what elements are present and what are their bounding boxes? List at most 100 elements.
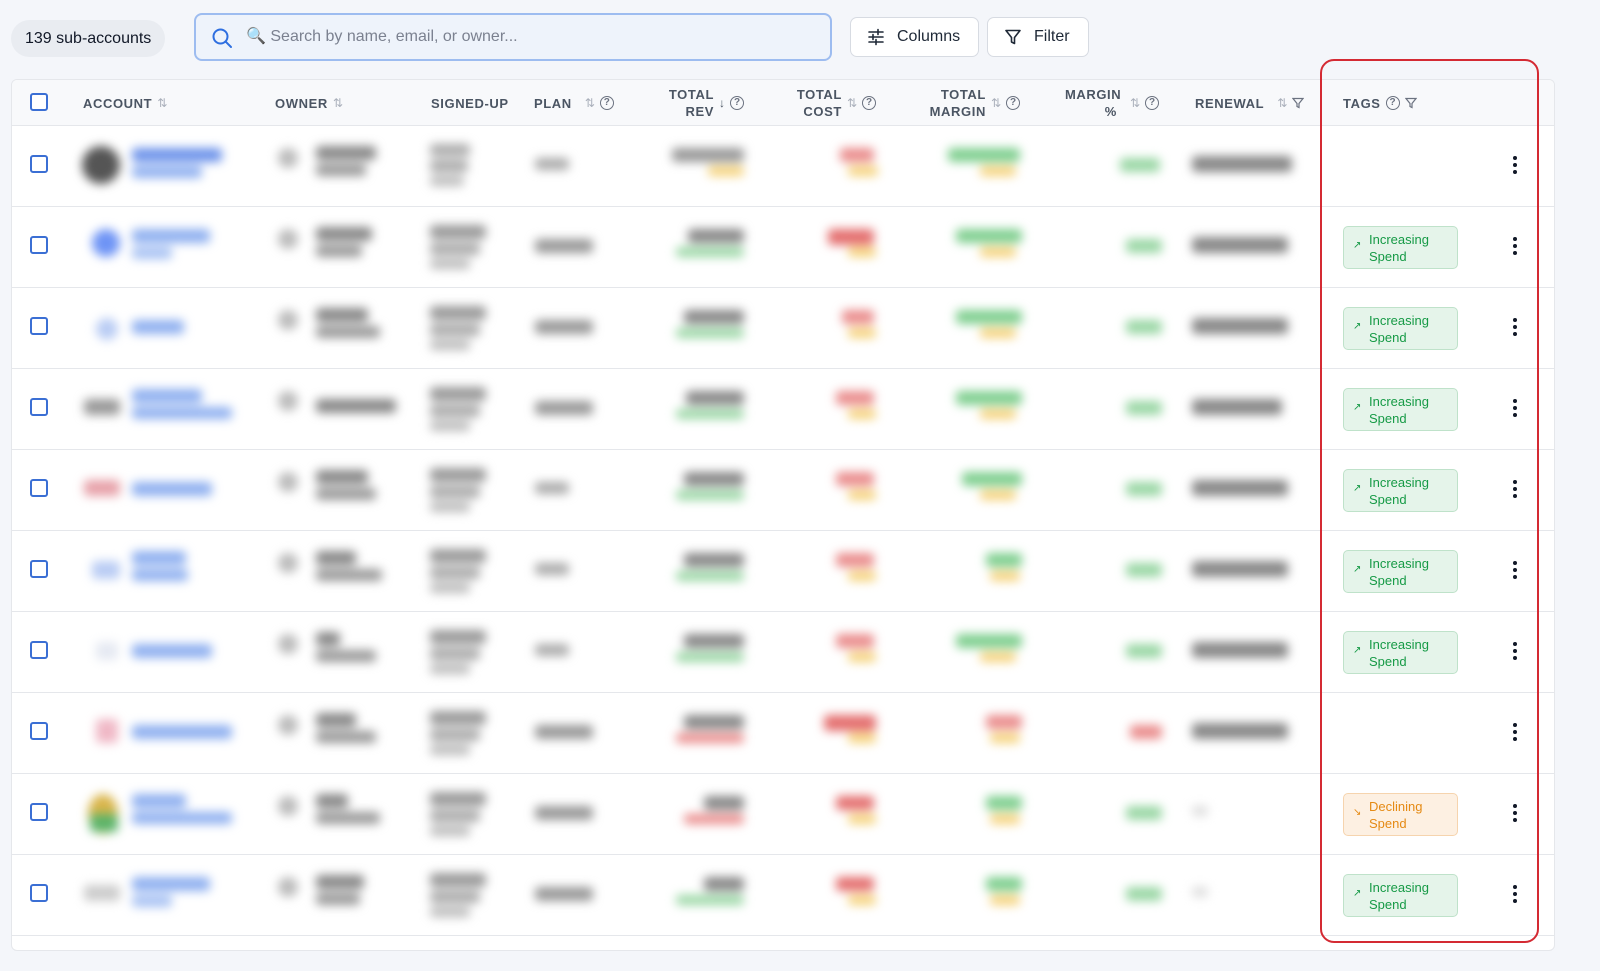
row-select-checkbox[interactable]	[30, 722, 48, 740]
column-label: TAGS	[1343, 95, 1381, 111]
row-more-actions-icon[interactable]	[1504, 558, 1526, 582]
trend-up-icon: ↗	[1353, 483, 1362, 494]
row-more-actions-icon[interactable]	[1504, 639, 1526, 663]
row-more-actions-icon[interactable]	[1504, 882, 1526, 906]
redacted-row-content	[80, 531, 1305, 611]
row-select-checkbox[interactable]	[30, 560, 48, 578]
table-row[interactable]: ↗ Increasing Spend	[12, 369, 1554, 450]
trend-down-icon: ↘	[1353, 807, 1362, 818]
declining-spend-tag: ↘ Declining Spend	[1343, 793, 1458, 836]
trend-up-icon: ↗	[1353, 321, 1362, 332]
sort-icon[interactable]: ⇅	[1277, 95, 1287, 112]
search-icon	[212, 28, 232, 48]
table-row[interactable]: ↗ Increasing Spend	[12, 612, 1554, 693]
row-more-actions-icon[interactable]	[1504, 234, 1526, 258]
column-filter-icon[interactable]	[1404, 97, 1417, 109]
column-header-total-rev[interactable]: TOTAL REV ↓ ?	[642, 80, 744, 126]
row-select-checkbox[interactable]	[30, 479, 48, 497]
column-header-tags[interactable]: TAGS ?	[1343, 80, 1417, 126]
table-row[interactable]	[12, 693, 1554, 774]
search-input[interactable]	[246, 23, 816, 51]
column-header-total-cost[interactable]: TOTAL COST ⇅ ?	[772, 80, 876, 126]
increasing-spend-tag: ↗ Increasing Spend	[1343, 307, 1458, 350]
redacted-row-content	[80, 450, 1305, 530]
increasing-spend-tag: ↗ Increasing Spend	[1343, 388, 1458, 431]
redacted-row-content	[80, 612, 1305, 692]
row-more-actions-icon[interactable]	[1504, 396, 1526, 420]
sub-account-count-badge: 139 sub-accounts	[11, 20, 166, 57]
filter-icon	[1005, 29, 1021, 45]
tag-label: Increasing Spend	[1369, 637, 1429, 669]
row-more-actions-icon[interactable]	[1504, 315, 1526, 339]
row-select-checkbox[interactable]	[30, 803, 48, 821]
row-select-checkbox[interactable]	[30, 317, 48, 335]
help-icon[interactable]: ?	[599, 96, 614, 110]
columns-button-label: Columns	[897, 28, 961, 45]
increasing-spend-tag: ↗ Increasing Spend	[1343, 874, 1458, 917]
help-icon[interactable]: ?	[862, 96, 876, 110]
trend-up-icon: ↗	[1353, 240, 1362, 251]
column-label: TOTAL COST	[796, 87, 842, 119]
help-icon[interactable]: ?	[1145, 96, 1159, 110]
table-row[interactable]: ↗ Increasing Spend	[12, 855, 1554, 936]
sort-icon[interactable]: ⇅	[991, 95, 1001, 112]
trend-up-icon: ↗	[1353, 564, 1362, 575]
redacted-row-content	[80, 126, 1305, 206]
redacted-row-content	[80, 855, 1305, 935]
column-header-margin-pct[interactable]: MARGIN % ⇅ ?	[1049, 80, 1159, 126]
row-more-actions-icon[interactable]	[1504, 477, 1526, 501]
column-label: ACCOUNT	[83, 95, 153, 111]
search-box[interactable]	[194, 13, 832, 61]
sort-icon[interactable]: ⇅	[333, 95, 343, 112]
sort-icon[interactable]: ⇅	[1130, 95, 1140, 112]
column-header-account[interactable]: ACCOUNT ⇅	[83, 80, 167, 126]
sort-icon[interactable]: ⇅	[157, 95, 167, 112]
column-header-total-margin[interactable]: TOTAL MARGIN ⇅ ?	[905, 80, 1020, 126]
table-header: ACCOUNT ⇅ OWNER ⇅ SIGNED-UP PLAN ⇅ ? TOT…	[12, 80, 1554, 126]
table-row[interactable]	[12, 126, 1554, 207]
columns-button[interactable]: Columns	[850, 17, 979, 57]
increasing-spend-tag: ↗ Increasing Spend	[1343, 631, 1458, 674]
row-more-actions-icon[interactable]	[1504, 720, 1526, 744]
row-select-checkbox[interactable]	[30, 641, 48, 659]
column-label: RENEWAL	[1195, 95, 1265, 111]
row-more-actions-icon[interactable]	[1504, 153, 1526, 177]
select-all-checkbox[interactable]	[30, 93, 48, 111]
help-icon[interactable]: ?	[1006, 96, 1020, 110]
redacted-row-content	[80, 207, 1305, 287]
table-row[interactable]: ↘ Declining Spend	[12, 774, 1554, 855]
column-label: SIGNED-UP	[431, 95, 509, 111]
table-row[interactable]: ↗ Increasing Spend	[12, 288, 1554, 369]
column-header-renewal[interactable]: RENEWAL ⇅	[1195, 80, 1305, 126]
tag-label: Increasing Spend	[1369, 232, 1429, 264]
help-icon[interactable]: ?	[730, 96, 744, 110]
tag-label: Increasing Spend	[1369, 475, 1429, 507]
sub-accounts-table: ACCOUNT ⇅ OWNER ⇅ SIGNED-UP PLAN ⇅ ? TOT…	[11, 79, 1555, 951]
sort-icon[interactable]: ⇅	[847, 95, 857, 112]
increasing-spend-tag: ↗ Increasing Spend	[1343, 469, 1458, 512]
redacted-row-content	[80, 774, 1305, 854]
row-select-checkbox[interactable]	[30, 398, 48, 416]
row-select-checkbox[interactable]	[30, 155, 48, 173]
row-more-actions-icon[interactable]	[1504, 801, 1526, 825]
help-icon[interactable]: ?	[1385, 96, 1400, 110]
column-header-owner[interactable]: OWNER ⇅	[275, 80, 343, 126]
redacted-row-content	[80, 693, 1305, 773]
column-filter-icon[interactable]	[1292, 97, 1305, 109]
table-row[interactable]: ↗ Increasing Spend	[12, 531, 1554, 612]
column-header-plan[interactable]: PLAN ⇅ ?	[534, 80, 614, 126]
tag-label: Increasing Spend	[1369, 313, 1429, 345]
tag-label: Declining Spend	[1369, 799, 1423, 831]
trend-up-icon: ↗	[1353, 645, 1362, 656]
column-header-signed-up[interactable]: SIGNED-UP	[431, 80, 511, 126]
table-row[interactable]: ↗ Increasing Spend	[12, 207, 1554, 288]
sort-descending-icon[interactable]: ↓	[719, 95, 725, 112]
filter-button[interactable]: Filter	[987, 17, 1089, 57]
row-select-checkbox[interactable]	[30, 884, 48, 902]
table-row[interactable]: ↗ Increasing Spend	[12, 450, 1554, 531]
trend-up-icon: ↗	[1353, 888, 1362, 899]
tag-label: Increasing Spend	[1369, 556, 1429, 588]
sort-icon[interactable]: ⇅	[585, 95, 595, 112]
trend-up-icon: ↗	[1353, 402, 1362, 413]
row-select-checkbox[interactable]	[30, 236, 48, 254]
